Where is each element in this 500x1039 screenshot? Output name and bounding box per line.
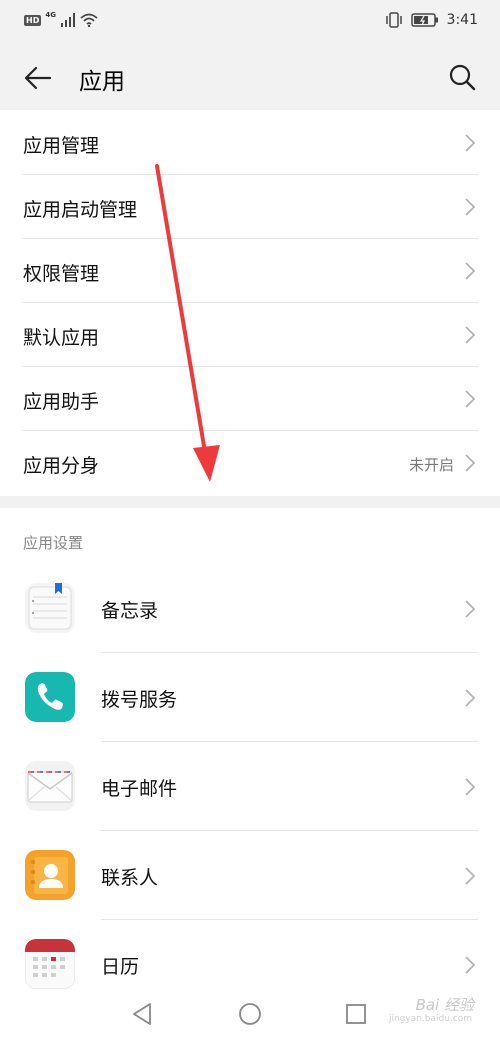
setting-item-app-assistant[interactable]: 应用助手 (0, 367, 500, 431)
vibrate-icon (385, 12, 402, 28)
chevron-right-icon (465, 134, 476, 152)
app-label: 备忘录 (101, 600, 159, 622)
email-icon (25, 761, 75, 811)
hd-badge: HD (24, 14, 42, 26)
status-right: 3:41 (385, 12, 478, 28)
chevron-right-icon (465, 689, 476, 707)
app-label: 联系人 (101, 867, 159, 889)
chevron-right-icon (465, 198, 476, 216)
nav-back-icon[interactable] (128, 1000, 156, 1028)
setting-status-value: 未开启 (408, 456, 454, 474)
app-item-dialer[interactable]: 拨号服务 (0, 653, 500, 742)
chevron-right-icon (465, 956, 476, 974)
status-bar: HD 4G 3:41 (0, 0, 500, 44)
app-label: 拨号服务 (101, 689, 178, 711)
clock: 3:41 (446, 12, 478, 28)
section-header-app-settings: 应用设置 (23, 534, 84, 552)
calendar-icon (25, 939, 75, 989)
page-title: 应用 (79, 69, 125, 95)
nav-home-icon[interactable] (236, 1000, 264, 1028)
app-item-email[interactable]: 电子邮件 (0, 742, 500, 831)
notepad-icon (25, 583, 75, 633)
app-item-contacts[interactable]: 联系人 (0, 831, 500, 920)
wifi-icon (80, 13, 98, 27)
setting-label: 应用管理 (23, 135, 100, 157)
title-bar: 应用 (0, 44, 500, 110)
contacts-icon (25, 850, 75, 900)
settings-list: 应用管理 应用启动管理 权限管理 默认应用 应用助手 应用分身 未开启 (0, 111, 500, 495)
setting-item-app-launch[interactable]: 应用启动管理 (0, 175, 500, 239)
setting-label: 权限管理 (23, 263, 100, 285)
chevron-right-icon (465, 454, 476, 472)
chevron-right-icon (465, 778, 476, 796)
chevron-right-icon (465, 600, 476, 618)
watermark: Bai 经验 (415, 996, 474, 1014)
setting-item-app-twin[interactable]: 应用分身 未开启 (0, 431, 500, 495)
watermark-url: jingyan.baidu.com (388, 1014, 472, 1024)
app-label: 电子邮件 (101, 778, 178, 800)
setting-label: 应用分身 (23, 455, 100, 477)
signal-icon (60, 13, 75, 27)
chevron-right-icon (465, 326, 476, 344)
setting-label: 默认应用 (23, 327, 100, 349)
section-divider (0, 496, 500, 508)
back-arrow-icon[interactable] (24, 64, 52, 92)
setting-item-app-management[interactable]: 应用管理 (0, 111, 500, 175)
setting-item-permissions[interactable]: 权限管理 (0, 239, 500, 303)
phone-icon (25, 672, 75, 722)
nav-recents-icon[interactable] (342, 1000, 370, 1028)
chevron-right-icon (465, 390, 476, 408)
app-label: 日历 (101, 956, 140, 978)
chevron-right-icon (465, 867, 476, 885)
setting-label: 应用助手 (23, 391, 100, 413)
setting-item-default-apps[interactable]: 默认应用 (0, 303, 500, 367)
setting-label: 应用启动管理 (23, 199, 138, 221)
app-item-notepad[interactable]: 备忘录 (0, 564, 500, 653)
status-left: HD 4G (24, 11, 98, 27)
search-icon[interactable] (448, 63, 476, 91)
app-settings-list: 备忘录 拨号服务 电子邮件 联系人 日历 (0, 564, 500, 1009)
network-type: 4G (45, 11, 56, 19)
battery-icon (410, 13, 438, 27)
chevron-right-icon (465, 262, 476, 280)
